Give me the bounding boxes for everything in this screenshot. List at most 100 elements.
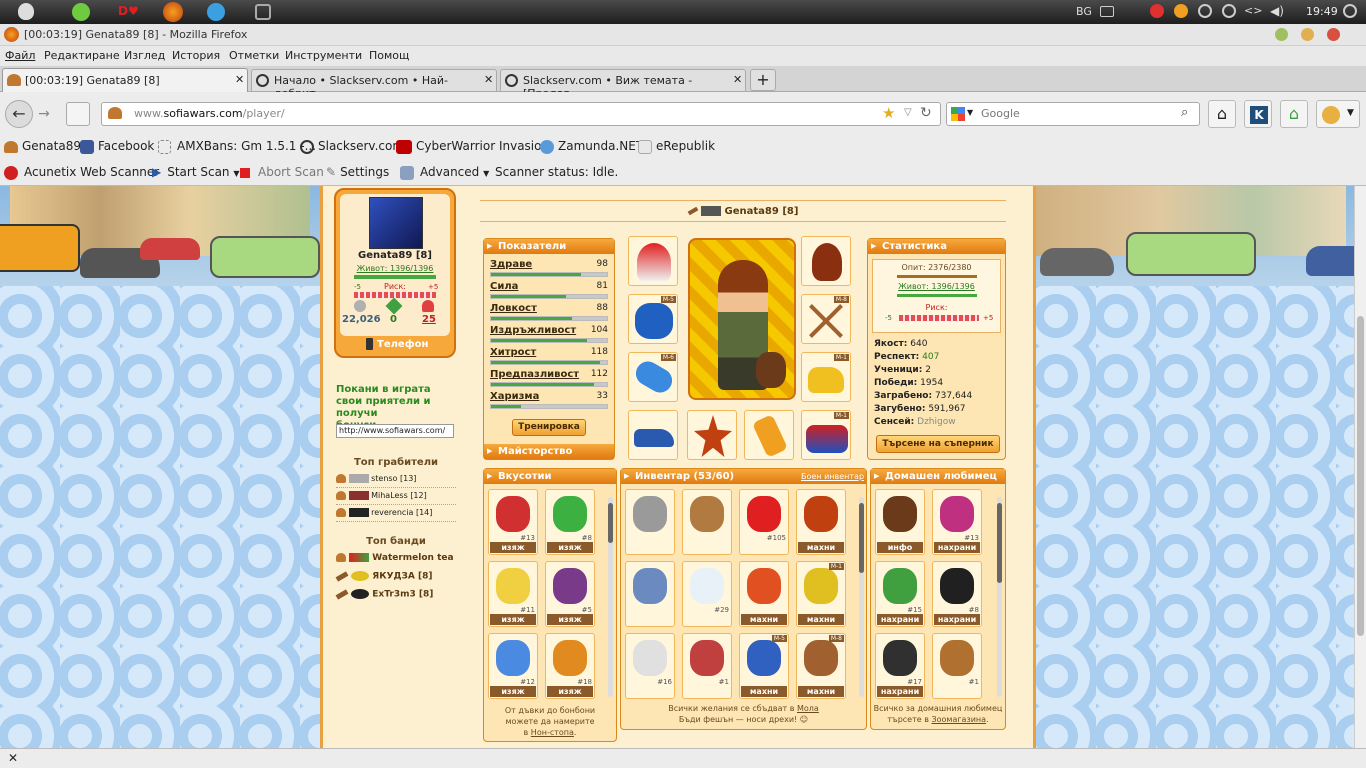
inventory-scrollbar[interactable] <box>859 497 864 697</box>
battle-inventory-link[interactable]: Боен инвентар <box>801 472 864 481</box>
inventory-slot[interactable] <box>625 489 675 555</box>
scrollbar-thumb[interactable] <box>859 503 864 573</box>
stat-name[interactable]: Ловкост <box>490 303 537 314</box>
bookmark-facebook[interactable]: Facebook <box>80 139 154 154</box>
top-robber-row[interactable]: stenso [13] <box>336 474 456 488</box>
skype-launcher-icon[interactable] <box>72 3 90 21</box>
minimize-button[interactable] <box>1275 28 1288 41</box>
back-button[interactable]: ← <box>5 100 33 128</box>
phone-button[interactable]: Телефон <box>366 338 428 350</box>
pet-slot[interactable]: #15 нахрани <box>875 561 925 627</box>
mall-link[interactable]: Мола <box>797 704 819 713</box>
item-action-button[interactable]: изяж <box>547 686 593 697</box>
bookmark-genata89[interactable]: Genata89 <box>4 139 81 153</box>
clock-app-icon[interactable] <box>1198 4 1212 18</box>
transport-slot[interactable]: М-1 <box>801 352 851 402</box>
item-action-button[interactable]: изяж <box>547 542 593 553</box>
referral-url-field[interactable]: http://www.sofiawars.com/ <box>336 424 454 438</box>
menu-edit[interactable]: Редактиране <box>44 49 120 62</box>
player-name[interactable]: Genata89 [8] <box>340 250 450 261</box>
find-opponent-button[interactable]: Търсене на съперник <box>876 435 1000 453</box>
statistics-title[interactable]: Статистика <box>868 239 1005 254</box>
start-scan-button[interactable]: ▶ Start Scan ▼ <box>152 165 240 179</box>
stat-name[interactable]: Хитрост <box>490 347 536 358</box>
inventory-slot[interactable]: махни <box>796 489 846 555</box>
menu-history[interactable]: История <box>172 49 220 62</box>
firefox-launcher-icon[interactable] <box>163 2 183 22</box>
url-bar[interactable]: www.sofiawars.com/player/ ★ ▽ ↻ <box>101 102 941 126</box>
bookmark-star-icon[interactable]: ★ <box>882 104 895 122</box>
item-action-button[interactable]: изяж <box>547 614 593 625</box>
pet-scrollbar[interactable] <box>997 497 1002 697</box>
honey-value[interactable]: 25 <box>422 314 436 325</box>
settings-button[interactable]: ✎ Settings <box>326 165 389 179</box>
bookmark-slackserv[interactable]: Slackserv.com <box>300 139 404 154</box>
nonstop-link[interactable]: Нон-стопа <box>531 728 574 737</box>
goodies-scrollbar[interactable] <box>608 497 613 697</box>
engine-dropdown-icon[interactable]: ▼ <box>967 108 973 117</box>
stat-row[interactable]: Здраве 98 <box>484 259 614 281</box>
drink-slot[interactable] <box>744 410 794 460</box>
mask-slot[interactable] <box>687 410 737 460</box>
profile-name[interactable]: Genata89 [8] <box>725 206 799 217</box>
reload-icon[interactable]: ↻ <box>920 105 932 121</box>
stat-name[interactable]: Харизма <box>490 391 539 402</box>
apple-icon[interactable] <box>18 3 34 20</box>
item-action-button[interactable]: инфо <box>877 542 923 553</box>
addon-home-button[interactable]: ⌂ <box>1280 100 1308 128</box>
bag-slot[interactable]: М-1 <box>801 410 851 460</box>
inventory-slot[interactable] <box>682 489 732 555</box>
pet-slot[interactable]: #17 нахрани <box>875 633 925 699</box>
tab-close-icon[interactable]: ✕ <box>733 73 742 86</box>
addon-face-button[interactable]: ▼ <box>1316 100 1360 128</box>
statistic-value[interactable]: Dzhigow <box>917 417 955 427</box>
cap-slot[interactable] <box>628 236 678 286</box>
inventory-slot[interactable]: #29 <box>682 561 732 627</box>
item-action-button[interactable]: махни <box>798 686 844 697</box>
stat-row[interactable]: Предпазливост 112 <box>484 369 614 391</box>
search-input[interactable]: Google <box>981 107 1020 120</box>
advanced-button[interactable]: Advanced ▼ <box>400 165 489 180</box>
site-identity-icon[interactable] <box>108 107 122 119</box>
inventory-slot[interactable]: #105 <box>739 489 789 555</box>
menu-view[interactable]: Изглед <box>124 49 165 62</box>
search-bar[interactable]: ▼ Google ⌕ <box>946 102 1200 126</box>
goodies-slot[interactable]: #8 изяж <box>545 489 595 555</box>
train-button[interactable]: Тренировка <box>512 419 586 436</box>
session-icon[interactable] <box>1343 4 1357 18</box>
forward-button[interactable]: → <box>34 105 54 125</box>
pet-slot[interactable]: инфо <box>875 489 925 555</box>
close-button[interactable] <box>1327 28 1340 41</box>
top-robber-row[interactable]: MihaLess [12] <box>336 491 456 505</box>
top-gang-row[interactable]: ЯКУДЗА [8] <box>335 570 460 585</box>
close-addon-bar-icon[interactable]: ✕ <box>8 751 18 765</box>
pet-slot[interactable]: #8 нахрани <box>932 561 982 627</box>
menu-bookmarks[interactable]: Отметки <box>229 49 279 62</box>
google-engine-icon[interactable] <box>951 107 965 121</box>
notification-icon[interactable] <box>1150 4 1164 18</box>
goodies-title[interactable]: Вкусотии <box>484 469 616 484</box>
mastery-header[interactable]: Майсторство <box>484 444 614 459</box>
tab-active[interactable]: [00:03:19] Genata89 [8] ✕ <box>2 68 248 92</box>
item-action-button[interactable]: махни <box>741 686 787 697</box>
goodies-slot[interactable]: #5 изяж <box>545 561 595 627</box>
goodies-slot[interactable]: #11 изяж <box>488 561 538 627</box>
updates-icon[interactable] <box>1174 4 1188 18</box>
zoo-shop-link[interactable]: Зоомагазина <box>932 715 987 724</box>
screenshot-icon[interactable] <box>255 4 271 20</box>
skype-app-icon[interactable] <box>207 3 225 21</box>
keyboard-layout[interactable]: BG <box>1076 5 1092 18</box>
indicators-title[interactable]: Показатели <box>484 239 614 254</box>
goodies-slot[interactable]: #18 изяж <box>545 633 595 699</box>
stat-row[interactable]: Издръжливост 104 <box>484 325 614 347</box>
power-icon[interactable] <box>1222 4 1236 18</box>
tab-close-icon[interactable]: ✕ <box>235 73 244 86</box>
bookmark-amxbans[interactable]: AMXBans: Gm 1.5.1 -... <box>158 139 316 154</box>
stat-row[interactable]: Харизма 33 <box>484 391 614 413</box>
bookmark-zamunda[interactable]: Zamunda.NET <box>540 139 643 154</box>
home-button[interactable]: ⌂ <box>1208 100 1236 128</box>
system-clock[interactable]: 19:49 <box>1306 5 1338 18</box>
inventory-slot[interactable]: #16 <box>625 633 675 699</box>
menu-help[interactable]: Помощ <box>369 49 409 62</box>
gloves-slot[interactable]: М-5 <box>628 294 678 344</box>
